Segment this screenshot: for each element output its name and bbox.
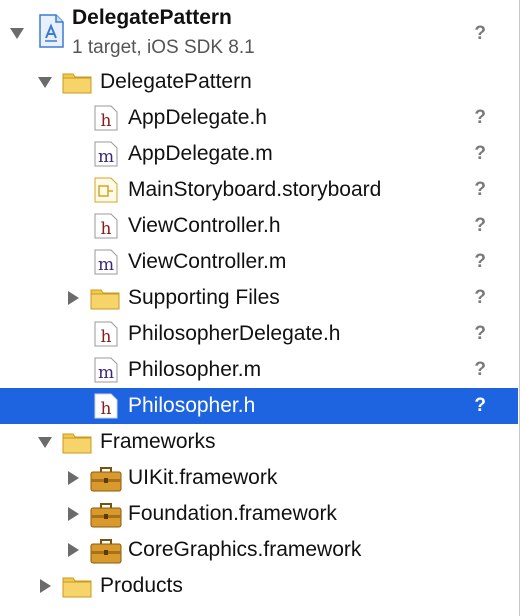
- folder-icon: [90, 286, 120, 310]
- file-row[interactable]: h AppDelegate.h ?: [0, 100, 518, 136]
- disclosure-collapsed-icon[interactable]: [64, 541, 82, 559]
- source-control-status: ?: [474, 23, 486, 44]
- disclosure-collapsed-icon[interactable]: [64, 289, 82, 307]
- group-label: Frameworks: [100, 430, 216, 453]
- framework-label: CoreGraphics.framework: [128, 538, 362, 561]
- file-label: PhilosopherDelegate.h: [128, 322, 341, 345]
- file-label: ViewController.h: [128, 214, 281, 237]
- group-frameworks[interactable]: Frameworks: [0, 424, 518, 460]
- svg-text:h: h: [101, 219, 112, 239]
- folder-icon: [62, 70, 92, 94]
- file-label: AppDelegate.h: [128, 106, 267, 129]
- framework-row[interactable]: CoreGraphics.framework: [0, 532, 518, 568]
- file-row[interactable]: m Philosopher.m ?: [0, 352, 518, 388]
- implementation-file-icon: m: [94, 141, 118, 167]
- framework-row[interactable]: Foundation.framework: [0, 496, 518, 532]
- implementation-file-icon: m: [94, 249, 118, 275]
- storyboard-file-icon: [94, 177, 118, 203]
- framework-label: Foundation.framework: [128, 502, 337, 525]
- disclosure-collapsed-icon[interactable]: [64, 505, 82, 523]
- disclosure-collapsed-icon[interactable]: [64, 469, 82, 487]
- file-row[interactable]: h PhilosopherDelegate.h ?: [0, 316, 518, 352]
- implementation-file-icon: m: [94, 357, 118, 383]
- file-label: ViewController.m: [128, 250, 287, 273]
- project-subtitle: 1 target, iOS SDK 8.1: [72, 37, 255, 58]
- file-label: AppDelegate.m: [128, 142, 273, 165]
- header-file-icon: h: [94, 393, 118, 419]
- file-label: Philosopher.h: [128, 394, 256, 417]
- svg-text:h: h: [101, 327, 112, 347]
- xcode-project-icon: [38, 14, 64, 48]
- source-control-status: ?: [474, 107, 486, 128]
- project-row[interactable]: DelegatePattern 1 target, iOS SDK 8.1 ?: [0, 0, 518, 66]
- project-navigator: DelegatePattern 1 target, iOS SDK 8.1 ? …: [0, 0, 520, 616]
- toolbox-icon: [90, 538, 122, 564]
- source-control-status: ?: [474, 251, 486, 272]
- project-title: DelegatePattern: [72, 6, 232, 29]
- file-row-selected[interactable]: h Philosopher.h ?: [0, 388, 518, 424]
- toolbox-icon: [90, 466, 122, 492]
- source-control-status: ?: [474, 323, 486, 344]
- file-row[interactable]: m AppDelegate.m ?: [0, 136, 518, 172]
- file-row[interactable]: h ViewController.h ?: [0, 208, 518, 244]
- source-control-status: ?: [474, 179, 486, 200]
- source-control-status: ?: [474, 143, 486, 164]
- framework-label: UIKit.framework: [128, 466, 278, 489]
- source-control-status: ?: [474, 359, 486, 380]
- svg-text:h: h: [101, 399, 112, 419]
- disclosure-expanded-icon[interactable]: [36, 433, 54, 451]
- header-file-icon: h: [94, 213, 118, 239]
- disclosure-expanded-icon[interactable]: [36, 73, 54, 91]
- group-products[interactable]: Products: [0, 568, 518, 604]
- file-label: MainStoryboard.storyboard: [128, 178, 382, 201]
- source-control-status: ?: [474, 395, 486, 416]
- folder-icon: [62, 430, 92, 454]
- group-delegatepattern[interactable]: DelegatePattern: [0, 64, 518, 100]
- header-file-icon: h: [94, 321, 118, 347]
- disclosure-expanded-icon[interactable]: [8, 24, 26, 42]
- framework-row[interactable]: UIKit.framework: [0, 460, 518, 496]
- file-row[interactable]: m ViewController.m ?: [0, 244, 518, 280]
- source-control-status: ?: [474, 215, 486, 236]
- group-supporting-files[interactable]: Supporting Files ?: [0, 280, 518, 316]
- file-row[interactable]: MainStoryboard.storyboard ?: [0, 172, 518, 208]
- disclosure-collapsed-icon[interactable]: [36, 577, 54, 595]
- toolbox-icon: [90, 502, 122, 528]
- folder-icon: [62, 574, 92, 598]
- svg-text:h: h: [101, 111, 112, 131]
- svg-text:m: m: [98, 147, 114, 167]
- file-label: Philosopher.m: [128, 358, 262, 381]
- source-control-status: ?: [474, 287, 486, 308]
- svg-text:m: m: [98, 255, 114, 275]
- header-file-icon: h: [94, 105, 118, 131]
- group-label: Products: [100, 574, 183, 597]
- group-label: Supporting Files: [128, 286, 280, 309]
- group-label: DelegatePattern: [100, 70, 252, 93]
- svg-text:m: m: [98, 363, 114, 383]
